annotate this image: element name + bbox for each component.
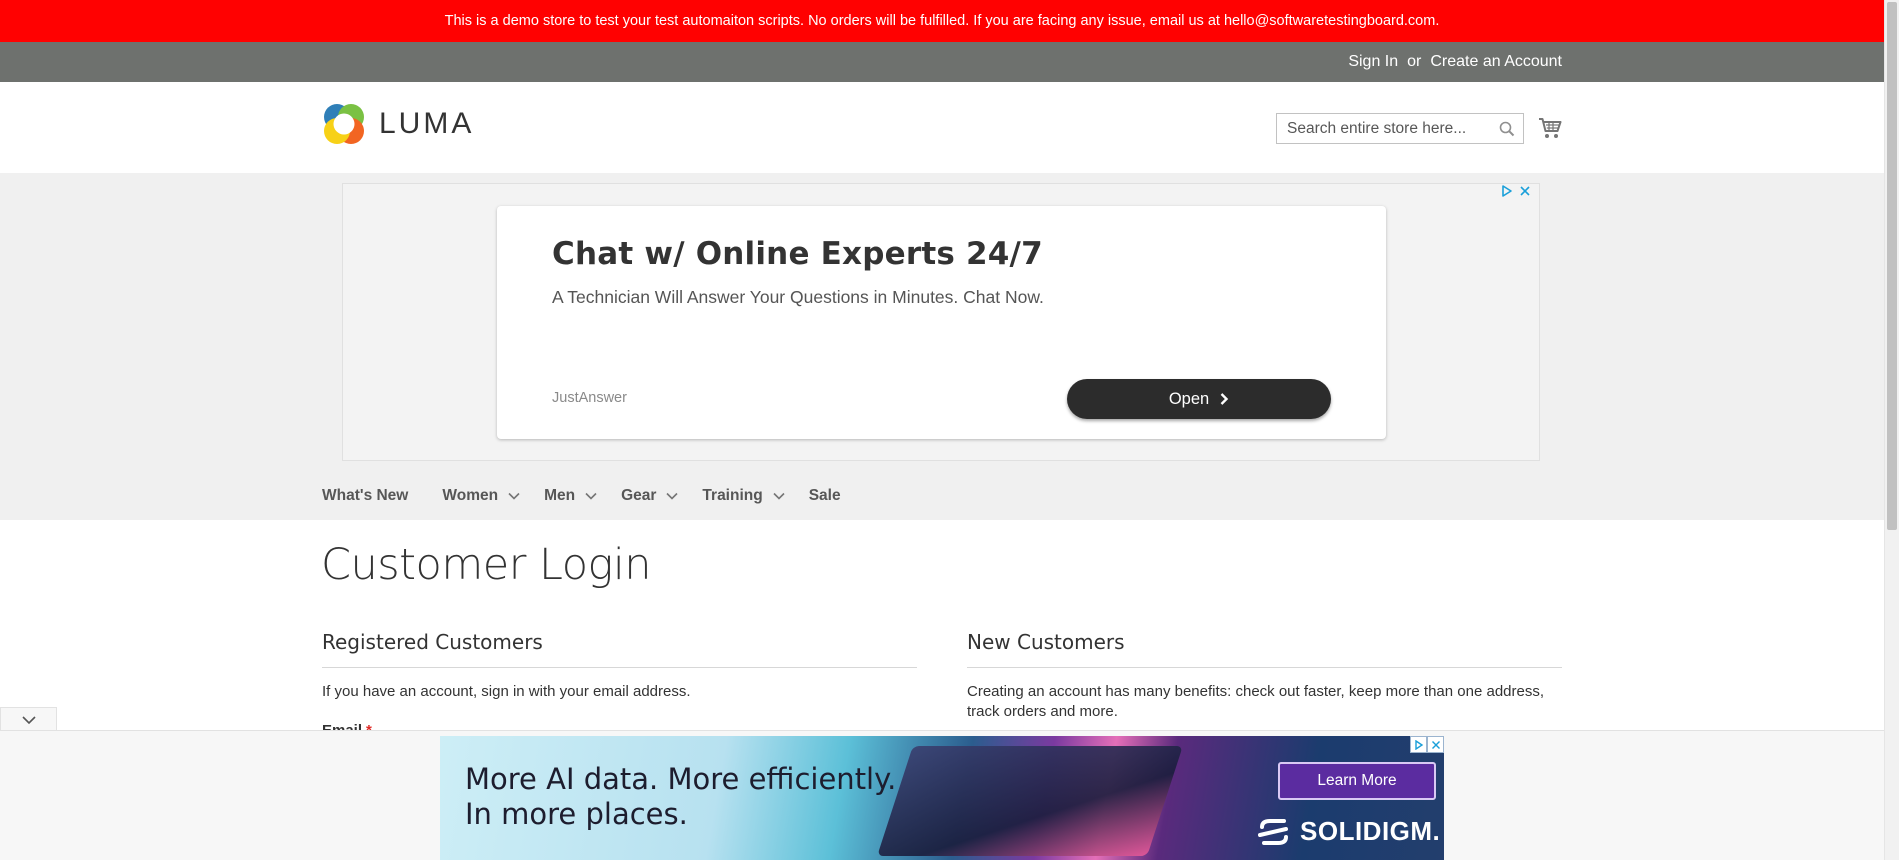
nav-item-label: Women — [442, 487, 499, 504]
advertisement-frame: Chat w/ Online Experts 24/7 A Technician… — [342, 183, 1540, 461]
new-customers-text: Creating an account has many benefits: c… — [967, 683, 1545, 720]
search-input[interactable] — [1277, 114, 1507, 143]
ad-product-image — [877, 746, 1183, 856]
main-navigation: What's New Women Men Gear Training Sale — [322, 473, 865, 519]
bottom-banner-ad[interactable]: More AI data. More efficiently. In more … — [440, 736, 1444, 860]
page: This is a demo store to test your test a… — [0, 0, 1884, 860]
store-logo[interactable]: LUMA — [322, 102, 474, 146]
divider — [322, 667, 917, 668]
nav-item-label: Men — [544, 487, 576, 504]
bottom-ad-headline-line1: More AI data. More efficiently. — [465, 762, 897, 796]
learn-more-button[interactable]: Learn More — [1278, 762, 1436, 800]
divider — [967, 667, 1562, 668]
new-customers-heading: New Customers — [967, 630, 1125, 654]
header-links: Sign In or Create an Account — [1348, 42, 1562, 82]
page-title: Customer Login — [321, 540, 652, 590]
bottom-ad-brand: SOLIDIGM. — [1256, 816, 1440, 847]
ad-card[interactable]: Chat w/ Online Experts 24/7 A Technician… — [497, 206, 1386, 439]
nav-item-whats-new[interactable]: What's New — [322, 487, 408, 505]
ad-close-icon[interactable] — [1427, 736, 1444, 753]
bottom-ad-brand-text: SOLIDIGM. — [1300, 816, 1441, 846]
ad-subtitle: A Technician Will Answer Your Questions … — [552, 287, 1044, 307]
nav-item-label: Training — [702, 487, 763, 504]
or-separator: or — [1407, 53, 1422, 70]
logo-wordmark: LUMA — [379, 107, 475, 140]
vertical-scrollbar[interactable] — [1884, 0, 1899, 860]
ad-open-label: Open — [1168, 389, 1210, 408]
main-header: LUMA — [0, 82, 1884, 173]
nav-and-ad-band: Chat w/ Online Experts 24/7 A Technician… — [0, 173, 1884, 520]
bottom-ad-headline-line2: In more places. — [465, 797, 688, 831]
search-box — [1276, 113, 1524, 144]
demo-notice-text: This is a demo store to test your test a… — [444, 13, 1440, 29]
demo-notice-banner: This is a demo store to test your test a… — [0, 0, 1884, 42]
nav-item-label: What's New — [322, 487, 409, 504]
chevron-down-icon — [21, 715, 36, 724]
chevron-down-icon — [585, 492, 597, 500]
solidigm-logo-icon — [1258, 818, 1288, 845]
chevron-right-icon — [1220, 393, 1229, 405]
ad-choices-icon[interactable] — [1501, 184, 1513, 198]
ad-open-button[interactable]: Open — [1067, 379, 1331, 419]
create-account-link[interactable]: Create an Account — [1430, 53, 1562, 71]
ad-collapse-toggle[interactable] — [0, 707, 57, 731]
bottom-ad-headline: More AI data. More efficiently. In more … — [465, 762, 896, 832]
nav-item-training[interactable]: Training — [702, 487, 785, 505]
luma-logo-icon — [324, 104, 364, 144]
nav-item-label: Gear — [621, 487, 657, 504]
search-icon[interactable] — [1499, 121, 1515, 137]
chevron-down-icon — [666, 492, 678, 500]
ad-brand: JustAnswer — [552, 390, 627, 406]
nav-item-label: Sale — [808, 487, 841, 504]
sign-in-link[interactable]: Sign In — [1348, 53, 1398, 71]
registered-customers-text: If you have an account, sign in with you… — [322, 683, 691, 700]
ad-title: Chat w/ Online Experts 24/7 — [552, 236, 1043, 272]
chevron-down-icon — [773, 492, 785, 500]
registered-customers-heading: Registered Customers — [322, 630, 543, 654]
nav-item-sale[interactable]: Sale — [809, 487, 841, 505]
nav-item-gear[interactable]: Gear — [621, 487, 678, 505]
chevron-down-icon — [508, 492, 520, 500]
nav-item-men[interactable]: Men — [544, 487, 597, 505]
scrollbar-thumb[interactable] — [1887, 2, 1897, 530]
shopping-cart-icon[interactable] — [1538, 117, 1562, 139]
top-header-bar: Sign In or Create an Account — [0, 42, 1884, 82]
ad-choices-icon[interactable] — [1410, 736, 1427, 753]
ad-close-icon[interactable] — [1519, 184, 1531, 198]
nav-item-women[interactable]: Women — [442, 487, 520, 505]
ad-controls — [1501, 184, 1531, 198]
bottom-ad-controls — [1410, 736, 1444, 753]
